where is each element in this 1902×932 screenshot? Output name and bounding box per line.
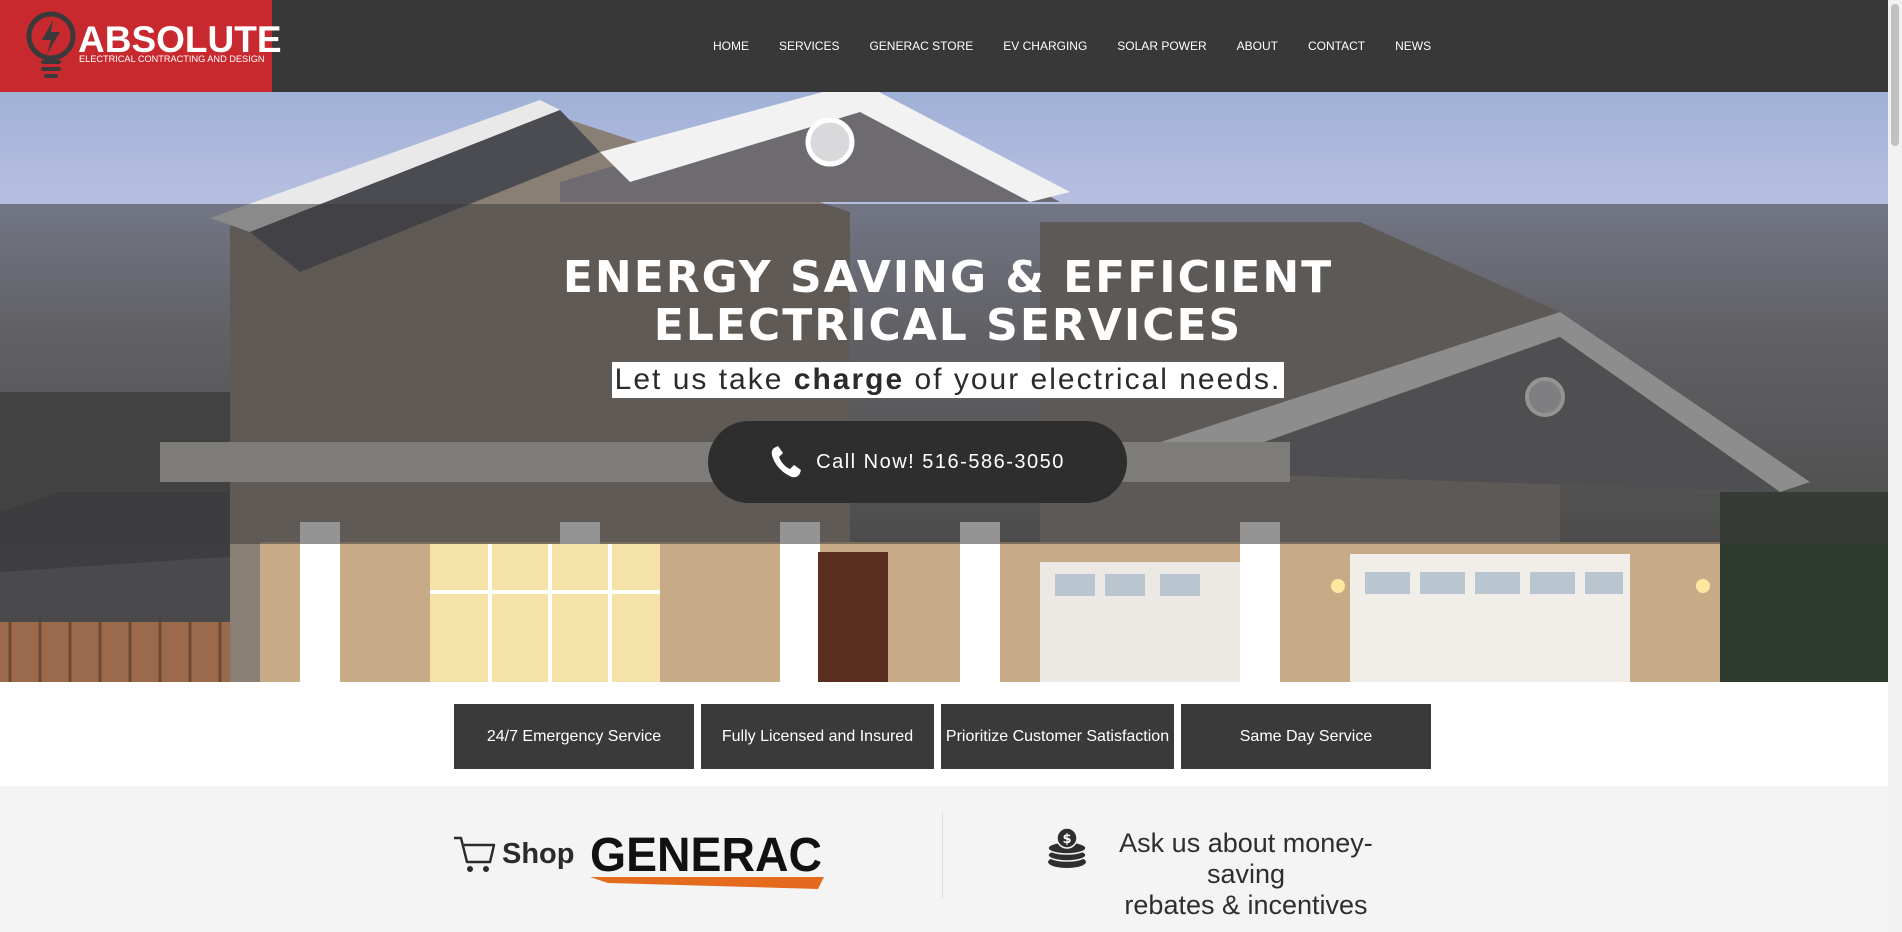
generac-logo[interactable]: GENERAC — [588, 831, 832, 891]
lightbulb-icon — [26, 11, 76, 78]
call-now-label: Call Now! 516-586-3050 — [816, 450, 1065, 473]
promo-strip: Shop GENERAC $ Ask us about money-saving… — [0, 786, 1888, 932]
nav-contact[interactable]: CONTACT — [1293, 39, 1380, 53]
hero-subtitle-bold: charge — [793, 363, 905, 396]
hero-subtitle: Let us take charge of your electrical ne… — [611, 362, 1285, 398]
svg-text:$: $ — [1062, 832, 1071, 847]
page-scrollbar[interactable] — [1888, 0, 1902, 932]
nav-news[interactable]: NEWS — [1380, 39, 1446, 53]
nav-solar-power[interactable]: SOLAR POWER — [1102, 39, 1221, 53]
hero-subtitle-wrap: Let us take charge of your electrical ne… — [0, 362, 1888, 398]
scrollbar-thumb[interactable] — [1891, 4, 1899, 146]
coins-icon: $ — [1047, 828, 1087, 868]
rebate-text: Ask us about money-saving rebates & ince… — [1098, 828, 1394, 921]
hero-banner: ENERGY SAVING & EFFICIENT ELECTRICAL SER… — [0, 92, 1888, 682]
call-now-button[interactable]: Call Now! 516-586-3050 — [708, 421, 1127, 503]
cart-icon — [454, 836, 496, 872]
hero-heading: ENERGY SAVING & EFFICIENT ELECTRICAL SER… — [0, 254, 1888, 350]
rebate-line1: Ask us about money-saving — [1119, 828, 1373, 889]
feature-boxes: 24/7 Emergency Service Fully Licensed an… — [454, 704, 1431, 769]
hero-heading-line2: ELECTRICAL SERVICES — [653, 300, 1243, 351]
promo-divider — [942, 812, 943, 898]
site-header: ABSOLUTE ELECTRICAL CONTRACTING AND DESI… — [0, 0, 1888, 92]
brand-logo[interactable]: ABSOLUTE ELECTRICAL CONTRACTING AND DESI… — [0, 0, 282, 92]
generac-logo-text: GENERAC — [590, 831, 822, 882]
nav-home[interactable]: HOME — [698, 39, 764, 53]
main-nav: HOME SERVICES GENERAC STORE EV CHARGING … — [698, 0, 1446, 92]
feature-same-day-service: Same Day Service — [1181, 704, 1431, 769]
feature-emergency-service: 24/7 Emergency Service — [454, 704, 694, 769]
brand-tagline: ELECTRICAL CONTRACTING AND DESIGN — [79, 54, 265, 64]
nav-about[interactable]: ABOUT — [1222, 39, 1293, 53]
generac-swoosh — [590, 877, 824, 889]
hero-heading-line1: ENERGY SAVING & EFFICIENT — [562, 252, 1334, 303]
feature-customer-satisfaction: Prioritize Customer Satisfaction — [941, 704, 1174, 769]
phone-icon — [771, 446, 802, 478]
nav-services[interactable]: SERVICES — [764, 39, 854, 53]
shop-label: Shop — [502, 837, 575, 870]
hero-subtitle-before: Let us take — [614, 363, 794, 396]
nav-generac-store[interactable]: GENERAC STORE — [854, 39, 988, 53]
rebate-line2: rebates & incentives — [1124, 890, 1368, 920]
hero-subtitle-after: of your electrical needs. — [904, 363, 1282, 396]
shop-generac-link[interactable]: Shop — [452, 834, 575, 874]
feature-licensed-insured: Fully Licensed and Insured — [701, 704, 934, 769]
nav-ev-charging[interactable]: EV CHARGING — [988, 39, 1102, 53]
